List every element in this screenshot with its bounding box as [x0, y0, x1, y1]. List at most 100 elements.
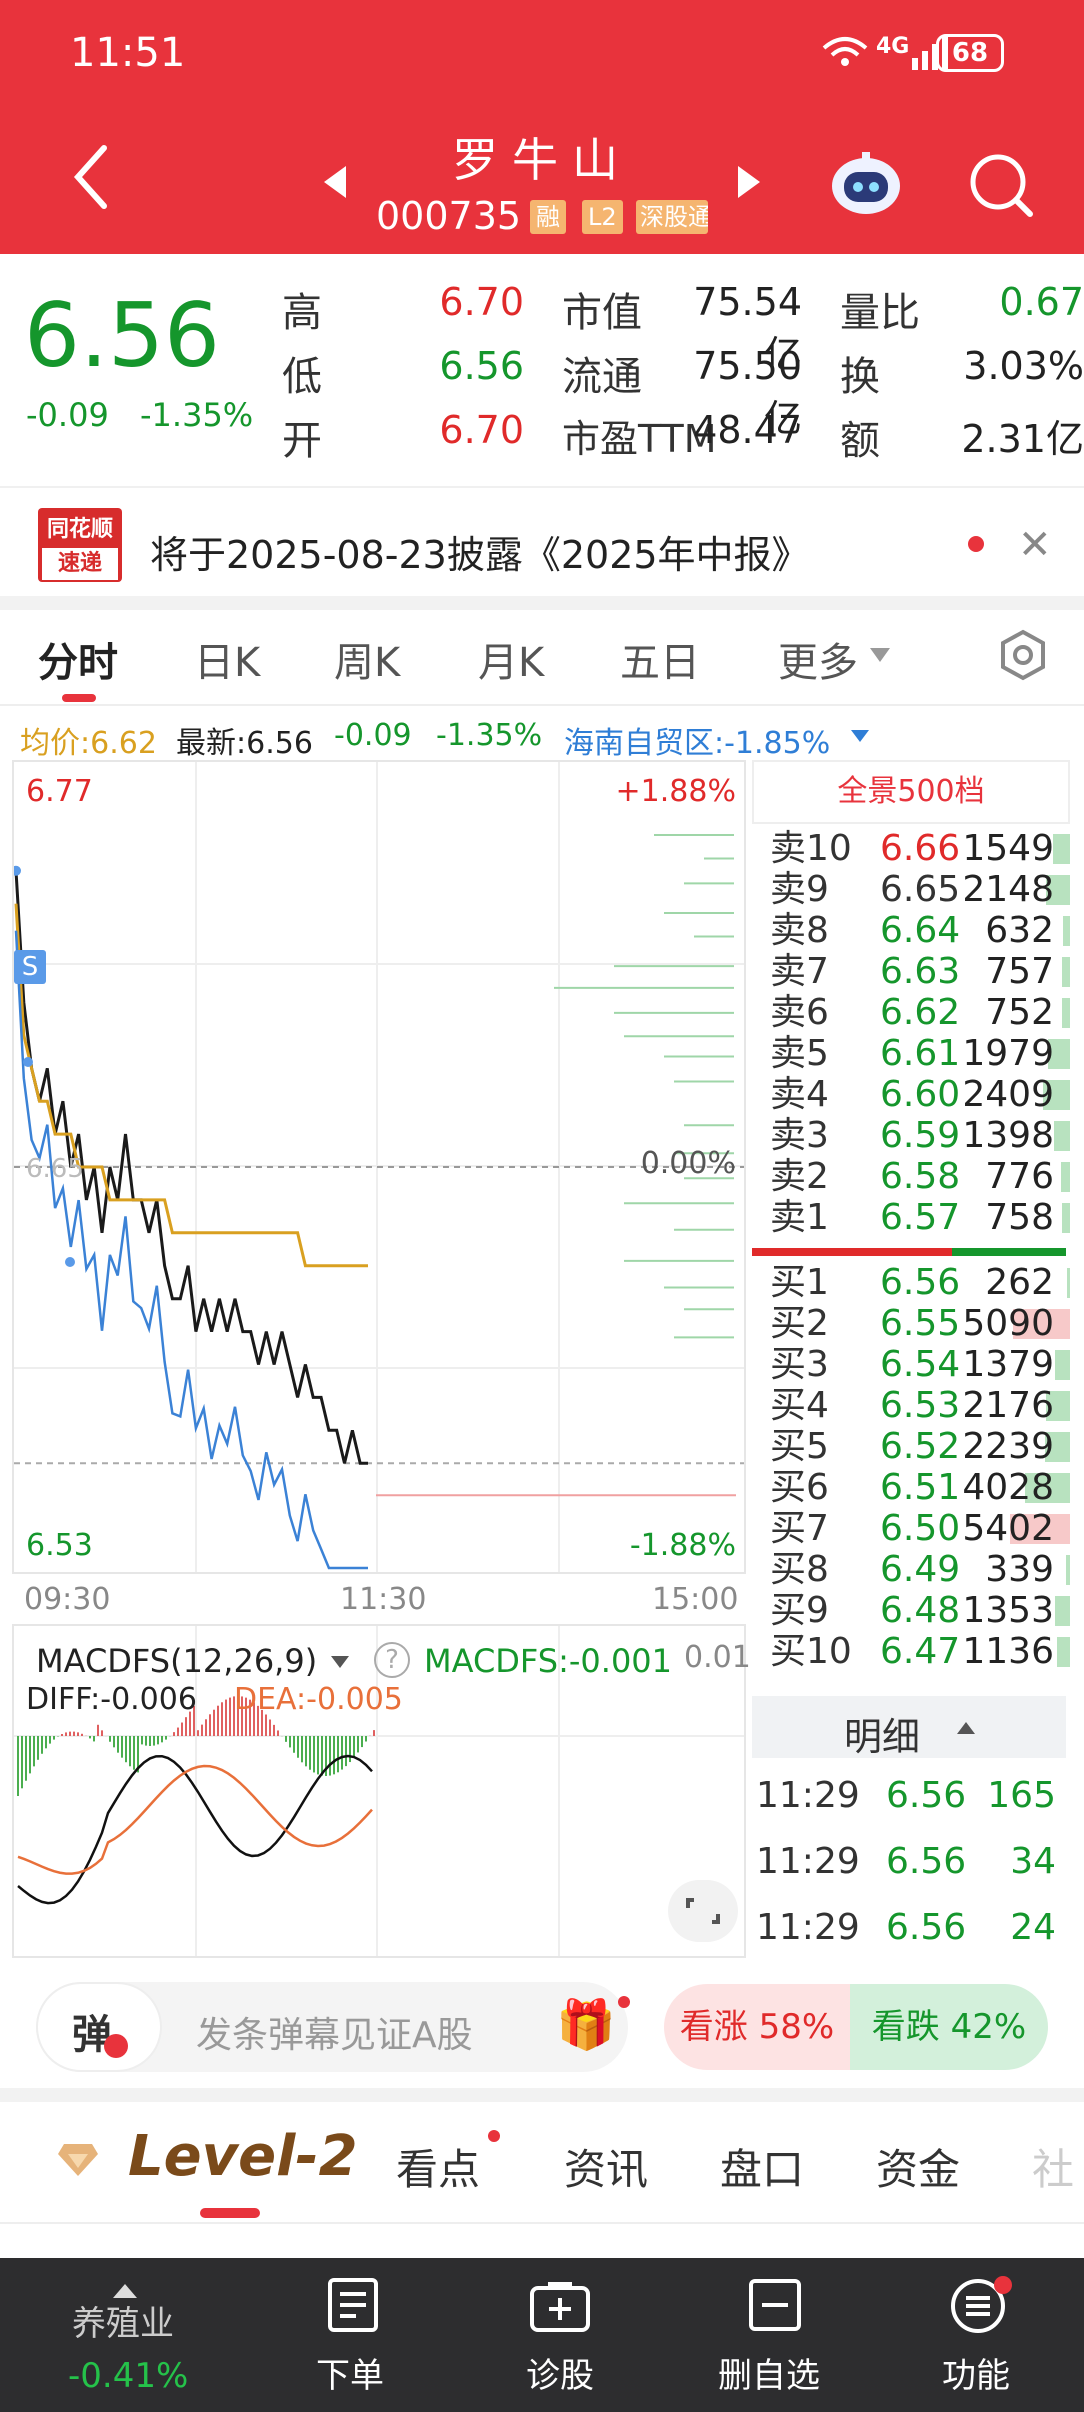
order-button[interactable]: 下单 — [292, 2258, 414, 2412]
ask-row[interactable]: 卖7 6.63 757 — [760, 951, 1070, 992]
diagnose-label: 诊股 — [526, 2356, 594, 2396]
ask-row[interactable]: 卖9 6.65 2148 — [760, 869, 1070, 910]
expand-icon[interactable] — [668, 1880, 738, 1942]
tab-intraday[interactable]: 分时 — [38, 630, 118, 688]
tab-level2[interactable]: Level-2 — [128, 2124, 358, 2189]
level-price: 6.64 — [880, 910, 961, 951]
volume-bar — [1062, 998, 1070, 1028]
stat-value: 2.31亿 — [961, 417, 1084, 461]
search-icon[interactable] — [966, 150, 1036, 224]
bid-row[interactable]: 买7 6.50 5402 — [760, 1508, 1070, 1549]
level-label: 卖2 — [770, 1156, 829, 1197]
back-icon[interactable] — [70, 142, 110, 216]
price-change-pct: -1.35% — [140, 396, 254, 434]
bid-row[interactable]: 买5 6.52 2239 — [760, 1426, 1070, 1467]
sector-button[interactable]: 养殖业 -0.41% — [30, 2258, 220, 2412]
trade-time: 11:29 — [756, 1841, 860, 1882]
tab-news[interactable]: 资讯 — [564, 2136, 648, 2197]
robot-assistant-icon[interactable] — [828, 148, 904, 220]
trade-detail-title: 明细 — [844, 1715, 921, 1759]
next-stock-icon[interactable] — [736, 164, 762, 204]
ask-row[interactable]: 卖3 6.59 1398 — [760, 1115, 1070, 1156]
sector-pct: -0.41% — [68, 2356, 189, 2396]
stat-value: 3.03% — [963, 344, 1084, 388]
level-volume: 2148 — [962, 869, 1054, 910]
volume-bar — [1066, 1555, 1070, 1585]
danmu-toggle[interactable]: 弹 — [36, 1982, 162, 2072]
prev-stock-icon[interactable] — [322, 164, 348, 204]
macd-diff: DIFF:-0.006 — [26, 1682, 197, 1717]
help-icon[interactable]: ? — [374, 1642, 410, 1678]
tab-five-day[interactable]: 五日 — [620, 630, 700, 688]
tag-shenzhen-connect: 深股通 — [636, 200, 708, 234]
full-depth-button[interactable]: 全景500档 — [752, 760, 1070, 824]
trade-time: 11:29 — [756, 1907, 860, 1948]
ask-bid-ratio-bar-red — [752, 1248, 952, 1256]
bid-row[interactable]: 买6 6.51 4028 — [760, 1467, 1070, 1508]
macd-indicator-name[interactable]: MACDFS(12,26,9) — [36, 1642, 317, 1680]
level-volume: 5090 — [962, 1303, 1054, 1344]
notice-text: 将于2025-08-23披露《2025年中报》 — [150, 533, 810, 577]
level-volume: 262 — [985, 1262, 1054, 1303]
check-badge-icon — [104, 2034, 128, 2058]
remove-watchlist-button[interactable]: 删自选 — [710, 2258, 840, 2412]
vote-up-button[interactable]: 看涨 58% — [664, 1984, 850, 2070]
sector-name: 养殖业 — [72, 2304, 174, 2344]
diagnose-button[interactable]: 诊股 — [500, 2258, 622, 2412]
bid-row[interactable]: 买9 6.48 1353 — [760, 1590, 1070, 1631]
tab-daily-k[interactable]: 日K — [194, 630, 260, 688]
trade-price: 6.56 — [886, 1907, 967, 1948]
ask-row[interactable]: 卖5 6.61 1979 — [760, 1033, 1070, 1074]
vote-down-button[interactable]: 看跌 42% — [850, 1984, 1048, 2070]
tab-handicap[interactable]: 盘口 — [720, 2136, 804, 2197]
level-volume: 2176 — [962, 1385, 1054, 1426]
level-price: 6.56 — [880, 1262, 961, 1303]
level-label: 买1 — [770, 1262, 829, 1303]
bid-row[interactable]: 买10 6.47 1136 — [760, 1631, 1070, 1672]
tab-highlights[interactable]: 看点 — [396, 2136, 480, 2197]
volume-bar — [1055, 1350, 1070, 1380]
functions-button[interactable]: 功能 — [910, 2258, 1040, 2412]
tab-more[interactable]: 更多 — [778, 630, 858, 688]
ask-row[interactable]: 卖6 6.62 752 — [760, 992, 1070, 1033]
danmu-input[interactable]: 弹 发条弹幕见证A股 🎁 — [36, 1982, 630, 2072]
gift-icon[interactable]: 🎁 — [556, 1996, 616, 2053]
stat-value: 6.56 — [439, 344, 524, 388]
settings-icon[interactable] — [996, 628, 1050, 686]
bid-row[interactable]: 买1 6.56 262 — [760, 1262, 1070, 1303]
trade-price: 6.56 — [886, 1841, 967, 1882]
sell-signal-badge[interactable]: S — [14, 950, 46, 984]
bid-row[interactable]: 买4 6.53 2176 — [760, 1385, 1070, 1426]
wifi-icon — [820, 34, 870, 75]
bid-row[interactable]: 买3 6.54 1379 — [760, 1344, 1070, 1385]
close-icon[interactable]: ✕ — [1018, 522, 1052, 568]
bid-row[interactable]: 买2 6.55 5090 — [760, 1303, 1070, 1344]
volume-bar — [1055, 1596, 1070, 1626]
ask-row[interactable]: 卖10 6.66 1549 — [760, 828, 1070, 869]
ask-row[interactable]: 卖2 6.58 776 — [760, 1156, 1070, 1197]
chevron-down-icon — [868, 646, 892, 668]
macd-panel[interactable]: MACDFS(12,26,9) ? MACDFS:-0.001 0.01 DIF… — [12, 1624, 751, 1958]
level-price: 6.53 — [880, 1385, 961, 1426]
tab-community[interactable]: 社 — [1032, 2136, 1074, 2197]
tab-funds[interactable]: 资金 — [876, 2136, 960, 2197]
bottom-nav: 养殖业 -0.41% 下单 诊股 删自选 功能 — [0, 2258, 1084, 2412]
intraday-chart[interactable]: 6.77 +1.88% 0.00% 6.65 6.53 -1.88% S — [12, 760, 746, 1574]
level-label: 卖9 — [770, 869, 829, 910]
ask-bid-ratio-bar-green — [952, 1248, 1066, 1256]
ask-row[interactable]: 卖8 6.64 632 — [760, 910, 1070, 951]
tab-weekly-k[interactable]: 周K — [334, 630, 400, 688]
notice-bar[interactable]: 同花顺 速递 将于2025-08-23披露《2025年中报》 ✕ — [0, 486, 1084, 596]
stat-label: 高 — [282, 290, 322, 336]
ask-row[interactable]: 卖4 6.60 2409 — [760, 1074, 1070, 1115]
ask-row[interactable]: 卖1 6.57 758 — [760, 1197, 1070, 1238]
level-label: 买5 — [770, 1426, 829, 1467]
tab-monthly-k[interactable]: 月K — [478, 630, 544, 688]
bid-row[interactable]: 买8 6.49 339 — [760, 1549, 1070, 1590]
sector-label[interactable]: 海南自贸区:-1.85% — [564, 718, 830, 762]
remove-watchlist-label: 删自选 — [718, 2356, 820, 2396]
level-price: 6.63 — [880, 951, 961, 992]
level-price: 6.60 — [880, 1074, 961, 1115]
chevron-down-icon — [330, 1654, 350, 1673]
trade-detail-header[interactable]: 明细 — [752, 1696, 1066, 1759]
